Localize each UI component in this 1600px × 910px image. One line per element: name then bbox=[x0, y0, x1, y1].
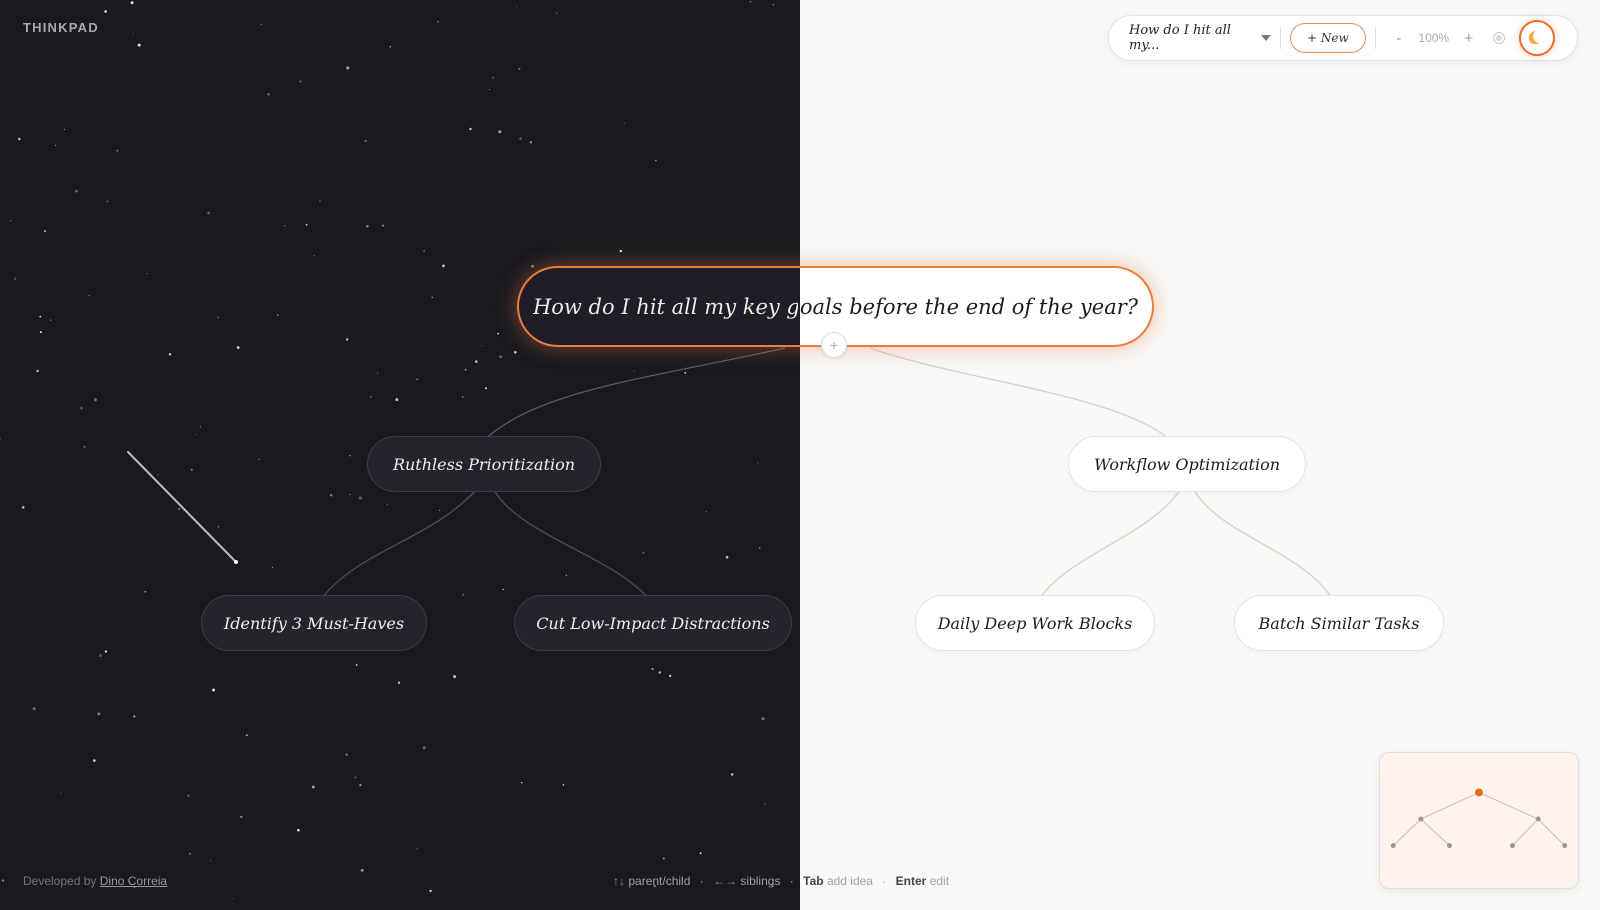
zoom-in-button[interactable]: + bbox=[1458, 30, 1480, 47]
moon-icon bbox=[1532, 28, 1547, 43]
hint-desc: edit bbox=[929, 874, 950, 888]
hint-separator: · bbox=[789, 874, 794, 888]
hint-keys: Enter bbox=[895, 874, 927, 888]
hint-desc: parent/child bbox=[628, 874, 691, 888]
map-selector-dropdown[interactable]: How do I hit all my... bbox=[1129, 23, 1271, 53]
minimap-tree bbox=[1390, 788, 1568, 849]
branch-node-workflow-optimization[interactable]: Workflow Optimization bbox=[1068, 436, 1306, 492]
hint-keys: ←→ bbox=[713, 874, 738, 888]
theme-toggle-button[interactable] bbox=[1518, 20, 1555, 56]
hint-keys: Tab bbox=[803, 874, 824, 888]
zoom-out-button[interactable]: - bbox=[1388, 30, 1410, 47]
toolbar-divider bbox=[1374, 27, 1376, 49]
credit-prefix: Developed by bbox=[23, 874, 97, 888]
zoom-level-readout: 100% bbox=[1418, 31, 1450, 45]
leaf-node-identify-must-haves[interactable]: Identify 3 Must-Haves bbox=[201, 595, 427, 651]
new-map-button[interactable]: + New bbox=[1290, 23, 1366, 53]
toolbar-divider bbox=[1280, 27, 1281, 49]
map-selector-label: How do I hit all my... bbox=[1129, 23, 1231, 53]
branch-node-ruthless-prioritization[interactable]: Ruthless Prioritization bbox=[367, 436, 601, 492]
chevron-down-icon bbox=[1261, 35, 1271, 41]
developer-credit: Developed by Dino Correia bbox=[23, 874, 167, 888]
keyboard-hints: ↑↓ parent/child · ←→ siblings · Tab add … bbox=[613, 874, 949, 888]
leaf-node-cut-distractions[interactable]: Cut Low-Impact Distractions bbox=[514, 595, 792, 651]
hint-separator: · bbox=[699, 874, 704, 888]
developer-link[interactable]: Dino Correia bbox=[100, 874, 167, 888]
center-view-icon[interactable] bbox=[1492, 32, 1505, 44]
hint-desc: siblings bbox=[740, 874, 781, 888]
add-child-button[interactable]: + bbox=[821, 332, 847, 358]
root-node-text: How do I hit all my key goals before the… bbox=[532, 294, 1139, 319]
leaf-node-batch-tasks[interactable]: Batch Similar Tasks bbox=[1234, 595, 1444, 651]
hint-separator: · bbox=[882, 874, 887, 888]
toolbar: How do I hit all my... + New - 100% + bbox=[1108, 15, 1578, 61]
hint-desc: add idea bbox=[826, 874, 873, 888]
hint-keys: ↑↓ bbox=[613, 874, 625, 888]
minimap[interactable] bbox=[1379, 752, 1579, 889]
app-logo: THINKPAD bbox=[23, 20, 99, 35]
leaf-node-deep-work-blocks[interactable]: Daily Deep Work Blocks bbox=[915, 595, 1155, 651]
